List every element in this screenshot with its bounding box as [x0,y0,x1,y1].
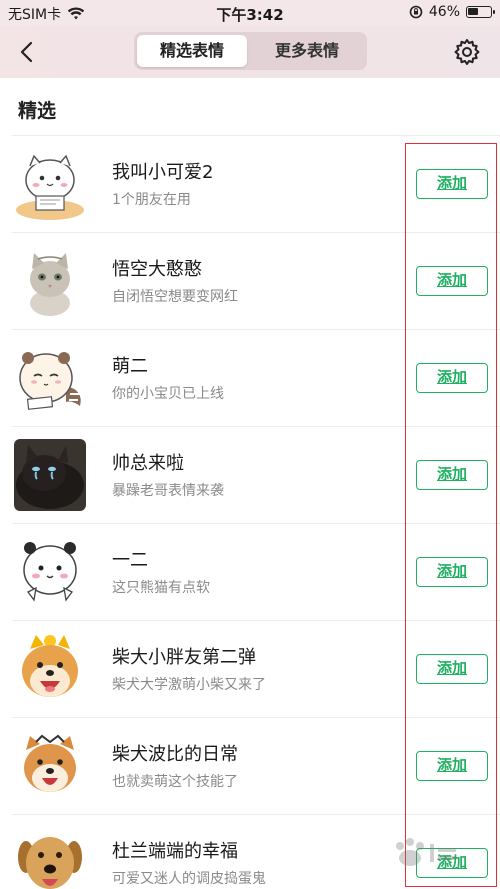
sticker-labrador-avatar [14,827,86,889]
tab-featured-stickers[interactable]: 精选表情 [137,35,247,67]
item-subtitle: 暴躁老哥表情来袭 [112,483,224,499]
list-item[interactable]: 帅总来啦 暴躁老哥表情来袭 添加 [12,426,500,523]
list-item[interactable]: 一二 这只熊猫有点软 添加 [12,523,500,620]
sticker-shiba-2-avatar [14,730,86,802]
rotation-lock-icon [409,5,423,19]
battery-icon [466,6,495,18]
item-subtitle: 可爱又迷人的调皮捣蛋鬼 [112,871,266,887]
add-button[interactable]: 添加 [416,460,488,490]
add-button[interactable]: 添加 [416,557,488,587]
sticker-black-cat-avatar [14,439,86,511]
section-title: 精选 [18,100,57,122]
status-right: 46% [409,4,495,20]
list-item[interactable]: 柴大小胖友第二弹 柴犬大学激萌小柴又来了 添加 [12,620,500,717]
item-subtitle: 1个朋友在用 [112,192,191,208]
item-title: 悟空大憨憨 [112,259,202,280]
list-item[interactable]: 杜兰端端的幸福 可爱又迷人的调皮捣蛋鬼 添加 [12,814,500,889]
item-title: 杜兰端端的幸福 [112,841,238,862]
item-subtitle: 也就卖萌这个技能了 [112,774,238,790]
sticker-gray-cat-avatar [14,245,86,317]
segmented-control: 精选表情 更多表情 [134,32,367,70]
item-subtitle: 你的小宝贝已上线 [112,386,224,402]
gear-icon[interactable] [452,37,482,67]
sticker-shiba-avatar [14,633,86,705]
list-item[interactable]: 萌二 你的小宝贝已上线 添加 [12,329,500,426]
add-button[interactable]: 添加 [416,751,488,781]
item-title: 柴大小胖友第二弹 [112,647,256,668]
sticker-cute-cat-avatar [14,148,86,220]
status-bar: 无SIM卡 下午3:42 46% [0,0,500,26]
item-title: 萌二 [112,356,148,377]
list-item[interactable]: 柴犬波比的日常 也就卖萌这个技能了 添加 [12,717,500,814]
add-button[interactable]: 添加 [416,266,488,296]
item-title: 一二 [112,550,148,571]
item-title: 我叫小可爱2 [112,162,214,183]
add-button[interactable]: 添加 [416,654,488,684]
battery-percent: 46% [428,4,460,20]
tab-more-stickers[interactable]: 更多表情 [252,35,362,67]
item-subtitle: 柴犬大学激萌小柴又来了 [112,677,266,693]
list-item[interactable]: 我叫小可爱2 1个朋友在用 添加 [12,135,500,232]
add-button[interactable]: 添加 [416,169,488,199]
list-item[interactable]: 悟空大憨憨 自闭悟空想要变网红 添加 [12,232,500,329]
item-subtitle: 自闭悟空想要变网红 [112,289,238,305]
item-subtitle: 这只熊猫有点软 [112,580,210,596]
sticker-raccoon-avatar [14,342,86,414]
sticker-panda-avatar [14,536,86,608]
item-title: 柴犬波比的日常 [112,744,238,765]
add-button[interactable]: 添加 [416,848,488,878]
back-chevron-icon[interactable] [14,38,42,66]
add-button[interactable]: 添加 [416,363,488,393]
battery-fill [468,8,478,15]
nav-bar: 精选表情 更多表情 [0,26,500,78]
sticker-list: 我叫小可爱2 1个朋友在用 添加 悟空大憨憨 自闭悟空想要变网红 添加 萌二 你… [0,135,500,889]
item-title: 帅总来啦 [112,453,184,474]
